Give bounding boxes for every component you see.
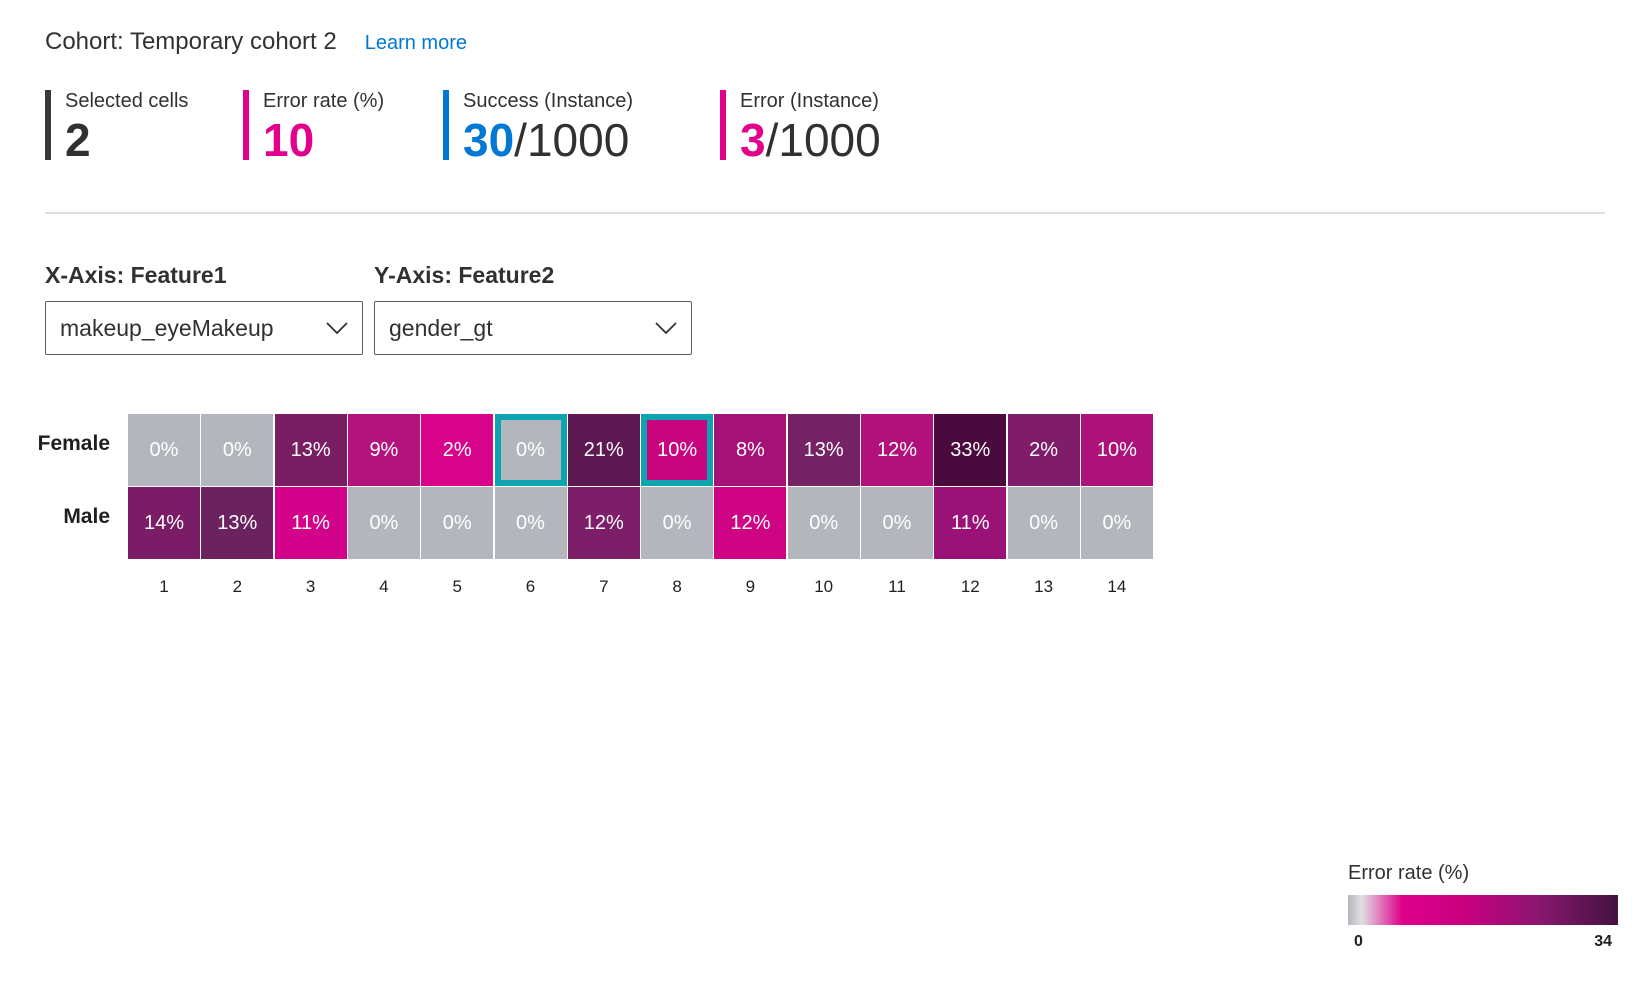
chevron-down-icon — [326, 322, 348, 335]
heatmap-cell[interactable]: 11% — [934, 487, 1007, 560]
column-label: 1 — [159, 576, 169, 596]
legend-ticks: 0 34 — [1348, 933, 1618, 951]
heatmap-cell[interactable]: 11% — [274, 487, 347, 560]
heatmap-cell[interactable]: 0% — [1080, 487, 1153, 560]
cohort-header: Cohort: Temporary cohort 2 Learn more — [45, 28, 467, 56]
metric-value: 2 — [65, 114, 91, 166]
metric-label: Error (Instance) — [740, 90, 879, 112]
metric-value: 10 — [263, 114, 315, 166]
x-axis-dropdown[interactable]: makeup_eyeMakeup — [45, 301, 363, 355]
heatmap-cell[interactable]: 12% — [861, 414, 933, 486]
heatmap-cell[interactable]: 10% — [1080, 414, 1153, 486]
heatmap-cell[interactable]: 14% — [128, 487, 200, 560]
metric-accent-bar — [45, 90, 51, 160]
heatmap-cell[interactable]: 10% — [641, 414, 714, 486]
column-label: 10 — [814, 576, 834, 596]
row-label-male: Male — [63, 505, 110, 529]
column-label: 7 — [599, 576, 609, 596]
heatmap-cell[interactable]: 0% — [347, 487, 420, 560]
metric-value: 30/1000 — [463, 114, 630, 166]
legend-min: 0 — [1354, 933, 1363, 950]
column-label: 2 — [232, 576, 243, 596]
y-axis-selector: Y-Axis: Feature2 gender_gt — [374, 262, 692, 355]
metric-success-instance: Success (Instance) 30/1000 — [443, 88, 720, 166]
column-label: 5 — [452, 576, 462, 596]
column-label: 11 — [888, 576, 906, 596]
heatmap-cell[interactable]: 2% — [421, 414, 494, 486]
heatmap-cell[interactable]: 0% — [787, 487, 860, 560]
metric-accent-bar — [443, 90, 449, 160]
x-axis-label: X-Axis: Feature1 — [45, 262, 227, 288]
metric-selected-cells: Selected cells 2 — [45, 88, 243, 166]
heatmap-cell[interactable]: 0% — [1007, 487, 1080, 560]
heatmap-cell[interactable]: 8% — [714, 414, 787, 486]
column-label: 13 — [1034, 576, 1054, 596]
metric-label: Success (Instance) — [463, 90, 634, 112]
metric-accent-bar — [720, 90, 726, 160]
heatmap-cell[interactable]: 0% — [201, 414, 274, 486]
heatmap-cell[interactable]: 0% — [421, 487, 494, 560]
heatmap-cell[interactable]: 9% — [347, 414, 420, 486]
metric-label: Error rate (%) — [263, 90, 385, 112]
learn-more-link[interactable]: Learn more — [365, 32, 467, 55]
column-label: 4 — [379, 576, 389, 596]
metric-error-rate: Error rate (%) 10 — [243, 88, 443, 166]
metric-error-instance: Error (Instance) 3/1000 — [720, 88, 940, 166]
x-axis-value: makeup_eyeMakeup — [60, 314, 274, 341]
heatmap-cell[interactable]: 13% — [787, 414, 860, 486]
column-label: 3 — [305, 576, 316, 596]
heatmap-cell[interactable]: 2% — [1007, 414, 1080, 486]
column-label: 9 — [745, 576, 756, 596]
y-axis-dropdown[interactable]: gender_gt — [374, 301, 692, 355]
heatmap-cell[interactable]: 0% — [128, 414, 200, 486]
divider — [45, 212, 1605, 214]
metric-label: Selected cells — [65, 90, 189, 112]
metric-value: 3/1000 — [740, 114, 881, 166]
heatmap-cell[interactable]: 0% — [494, 414, 567, 486]
heatmap-cell[interactable]: 0% — [494, 487, 567, 560]
chevron-down-icon — [655, 322, 677, 335]
heatmap-cell[interactable]: 12% — [714, 487, 787, 560]
heatmap-cell[interactable]: 13% — [201, 487, 274, 560]
y-axis-label: Y-Axis: Feature2 — [374, 262, 555, 288]
metric-accent-bar — [243, 90, 249, 160]
heatmap-cell[interactable]: 0% — [861, 487, 933, 560]
heatmap-cell[interactable]: 33% — [934, 414, 1007, 486]
color-legend: Error rate (%) 0 34 — [1348, 862, 1618, 951]
row-label-female: Female — [37, 432, 110, 455]
heatmap-cell[interactable]: 0% — [641, 487, 714, 560]
legend-gradient — [1348, 895, 1618, 925]
heatmap-cell[interactable]: 12% — [567, 487, 640, 560]
legend-max: 34 — [1594, 933, 1612, 950]
metrics-row: Selected cells 2 Error rate (%) 10 Succe… — [45, 88, 940, 166]
heatmap-cell[interactable]: 13% — [274, 414, 347, 486]
column-label: 6 — [525, 576, 536, 596]
legend-title: Error rate (%) — [1348, 862, 1470, 884]
column-label: 14 — [1107, 576, 1127, 596]
y-axis-value: gender_gt — [389, 314, 493, 341]
cohort-title: Cohort: Temporary cohort 2 — [45, 28, 337, 55]
x-axis-selector: X-Axis: Feature1 makeup_eyeMakeup — [45, 262, 363, 355]
column-label: 12 — [960, 576, 980, 596]
column-label: 8 — [672, 576, 682, 596]
heatmap-cell[interactable]: 21% — [567, 414, 640, 486]
